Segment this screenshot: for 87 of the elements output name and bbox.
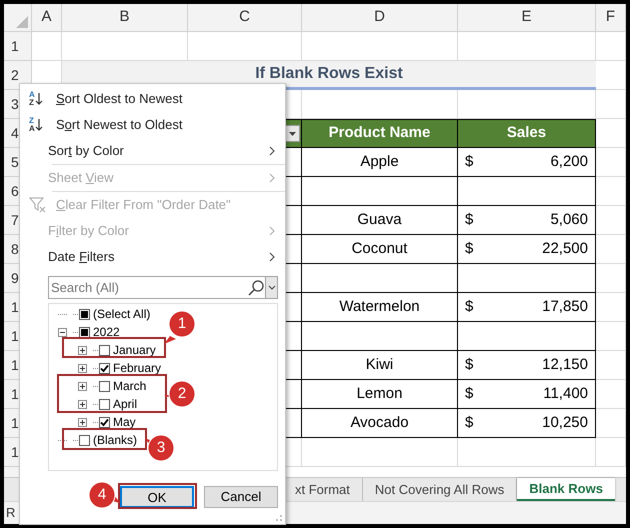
- column-letter[interactable]: F: [596, 4, 626, 32]
- sheet-cell: [596, 351, 626, 380]
- sheet-cell: [596, 206, 626, 235]
- sheet-cell: [596, 322, 626, 351]
- checkbox[interactable]: [79, 434, 90, 446]
- sheet-cell: [596, 409, 626, 438]
- column-header: Product Name: [302, 119, 458, 148]
- sheet-cell: [596, 90, 626, 119]
- currency-symbol: $: [465, 296, 474, 317]
- filter-option[interactable]: May: [113, 416, 136, 428]
- table-cell: Coconut: [302, 235, 458, 264]
- sheet-cell: [596, 235, 626, 264]
- search-field[interactable]: Search (All): [48, 276, 247, 299]
- currency-symbol: $: [465, 412, 474, 433]
- expand-icon[interactable]: [78, 400, 87, 408]
- amount-text: 12,150: [542, 354, 588, 375]
- column-letter[interactable]: C: [188, 4, 302, 32]
- currency-symbol: $: [465, 238, 474, 259]
- amount-text: 6,200: [550, 152, 588, 172]
- expand-icon[interactable]: [78, 382, 87, 390]
- column-header: Sales: [458, 119, 596, 148]
- table-cell: Lemon: [302, 380, 458, 409]
- expand-icon[interactable]: [78, 364, 87, 372]
- sheet-cell: [596, 293, 626, 322]
- currency-symbol: $: [465, 384, 474, 404]
- filter-option[interactable]: (Blanks): [93, 434, 138, 446]
- sheet-cell: [596, 148, 626, 177]
- amount-text: 5,060: [550, 210, 588, 230]
- currency-symbol: $: [465, 210, 474, 230]
- checkmark-icon: [100, 364, 109, 372]
- table-cell: Avocado: [302, 409, 458, 438]
- checkbox[interactable]: [99, 416, 110, 428]
- chevron-down-icon: [268, 285, 276, 290]
- checkbox[interactable]: [99, 398, 110, 410]
- filter-option[interactable]: (Select All): [93, 308, 150, 320]
- callout-badge: 2: [162, 378, 202, 418]
- currency-symbol: $: [465, 152, 474, 172]
- checkbox[interactable]: [99, 362, 110, 374]
- row-header[interactable]: 1: [4, 32, 32, 61]
- column-letter[interactable]: D: [302, 4, 458, 32]
- checkbox[interactable]: [99, 380, 110, 392]
- table-cell: Apple: [302, 148, 458, 177]
- chevron-right-icon: [269, 226, 275, 236]
- cancel-button[interactable]: Cancel: [204, 486, 278, 508]
- chevron-right-icon: [269, 252, 275, 262]
- checkmark-icon: [100, 418, 109, 426]
- chevron-right-icon: [269, 173, 275, 183]
- sheet-cell: [596, 264, 626, 293]
- ok-button[interactable]: OK: [120, 486, 194, 508]
- currency-symbol: $: [465, 354, 474, 375]
- amount-text: 17,850: [542, 296, 588, 317]
- table-cell: Watermelon: [302, 293, 458, 322]
- filter-dropdown-button[interactable]: [285, 125, 300, 142]
- sheet-cell: [596, 119, 626, 148]
- collapse-icon[interactable]: [58, 328, 67, 336]
- sheet-cell: [596, 61, 626, 90]
- amount-text: 11,400: [543, 384, 588, 404]
- expand-icon[interactable]: [78, 346, 87, 354]
- sheet-tab[interactable]: Blank Rows: [517, 478, 615, 501]
- filter-option[interactable]: February: [113, 362, 162, 374]
- column-letter[interactable]: A: [32, 4, 62, 32]
- sheet-cell: [596, 32, 626, 61]
- sheet-cell: [596, 438, 626, 467]
- amount-text: 10,250: [542, 412, 588, 433]
- checkbox[interactable]: [99, 344, 110, 356]
- callout-badge: 1: [162, 308, 202, 348]
- clear-filter-icon: [29, 197, 47, 213]
- expand-icon[interactable]: [78, 418, 87, 426]
- caret-icon: [289, 132, 296, 136]
- sheet-cell: [596, 177, 626, 206]
- column-letter[interactable]: E: [458, 4, 596, 32]
- callout-badge: 4: [82, 479, 122, 519]
- filter-option[interactable]: 2022: [93, 326, 120, 338]
- column-letter[interactable]: B: [62, 4, 188, 32]
- filter-option[interactable]: April: [113, 398, 138, 410]
- chevron-right-icon: [269, 146, 275, 156]
- resize-grip-icon[interactable]: [275, 514, 283, 522]
- filter-option[interactable]: January: [113, 344, 156, 356]
- filter-option[interactable]: March: [113, 380, 146, 392]
- dropdown-button[interactable]: [265, 276, 278, 299]
- sheet-cell: [596, 380, 626, 409]
- table-cell: Kiwi: [302, 351, 458, 380]
- status-text: R: [6, 504, 16, 522]
- amount-text: 22,500: [542, 238, 588, 259]
- table-cell: Guava: [302, 206, 458, 235]
- callout-badge: 3: [141, 432, 181, 472]
- search-icon: [247, 278, 265, 296]
